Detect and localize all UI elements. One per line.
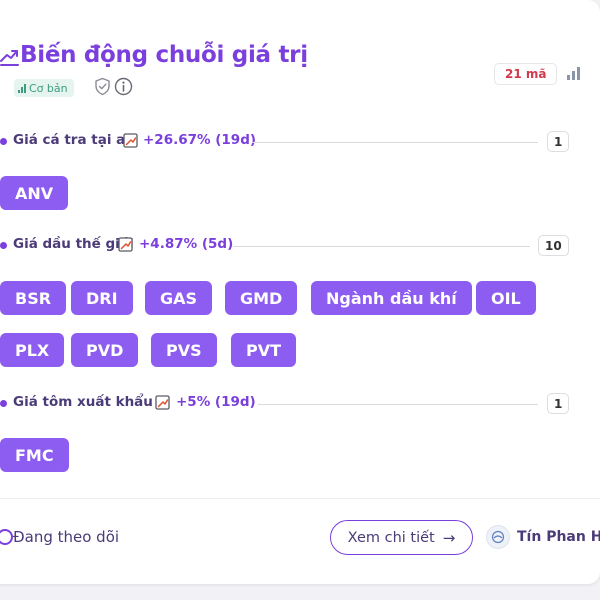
view-detail-button[interactable]: Xem chi tiết →: [330, 520, 473, 555]
ticker-chip[interactable]: GMD: [225, 281, 298, 315]
shield-check-icon[interactable]: [94, 77, 111, 96]
ticker-chip[interactable]: OIL: [476, 281, 536, 315]
ticker-chip[interactable]: DRI: [71, 281, 133, 315]
group-bullet: [0, 138, 7, 145]
footer-divider: [0, 498, 600, 499]
trending-up-icon: [0, 50, 19, 66]
ticker-chip[interactable]: PVD: [71, 333, 139, 367]
ticker-count-badge: 21 mã: [494, 63, 558, 85]
bar-chart-icon[interactable]: [566, 66, 582, 80]
group-header: Giá dầu thế giới +4.87% (5d) 10: [0, 235, 592, 257]
ticker-chip[interactable]: ANV: [0, 176, 69, 210]
group-name: Giá cá tra tại ao: [13, 132, 135, 148]
group-divider: [252, 142, 538, 143]
group-change: +5% (19d): [176, 394, 256, 410]
signal-bars-icon: [18, 83, 26, 93]
ticker-chip[interactable]: PVS: [151, 333, 217, 367]
group-header: Giá tôm xuất khẩu +5% (19d) 1: [0, 393, 592, 415]
value-chain-card: Biến động chuỗi giá trị Cơ bản 21 mã Giá…: [0, 0, 600, 584]
ticker-chip[interactable]: Ngành dầu khí: [311, 281, 472, 315]
group-change: +26.67% (19d): [143, 132, 257, 148]
ticker-chip[interactable]: GAS: [145, 281, 213, 315]
author-avatar-icon[interactable]: [486, 525, 510, 549]
chart-check-icon: [123, 133, 138, 148]
group-name: Giá dầu thế giới: [13, 236, 134, 252]
info-icon[interactable]: [114, 77, 133, 96]
ticker-chip[interactable]: BSR: [0, 281, 67, 315]
follow-status[interactable]: Đang theo dõi: [13, 528, 119, 546]
group-divider: [233, 246, 530, 247]
group-bullet: [0, 242, 7, 249]
ticker-chip[interactable]: PLX: [0, 333, 65, 367]
group-divider: [258, 404, 538, 405]
group-count: 1: [547, 393, 570, 414]
group-count: 10: [538, 235, 569, 256]
group-bullet: [0, 400, 7, 407]
group-count: 1: [547, 131, 570, 152]
arrow-right-icon: →: [442, 528, 456, 547]
level-badge-label: Cơ bản: [29, 81, 68, 95]
ticker-chip[interactable]: PVT: [231, 333, 297, 367]
view-detail-label: Xem chi tiết: [347, 529, 435, 546]
author-name[interactable]: Tín Phan Hu: [517, 529, 600, 545]
chart-check-icon: [155, 395, 170, 410]
group-name: Giá tôm xuất khẩu: [13, 394, 153, 410]
chart-check-icon: [118, 237, 133, 252]
level-badge: Cơ bản: [14, 79, 74, 97]
card-title: Biến động chuỗi giá trị: [20, 42, 308, 68]
group-header: Giá cá tra tại ao +26.67% (19d) 1: [0, 131, 592, 153]
group-change: +4.87% (5d): [139, 236, 234, 252]
avatar-logo-icon: [491, 530, 505, 544]
follow-dot-icon[interactable]: [0, 529, 13, 545]
ticker-chip[interactable]: FMC: [0, 438, 69, 472]
